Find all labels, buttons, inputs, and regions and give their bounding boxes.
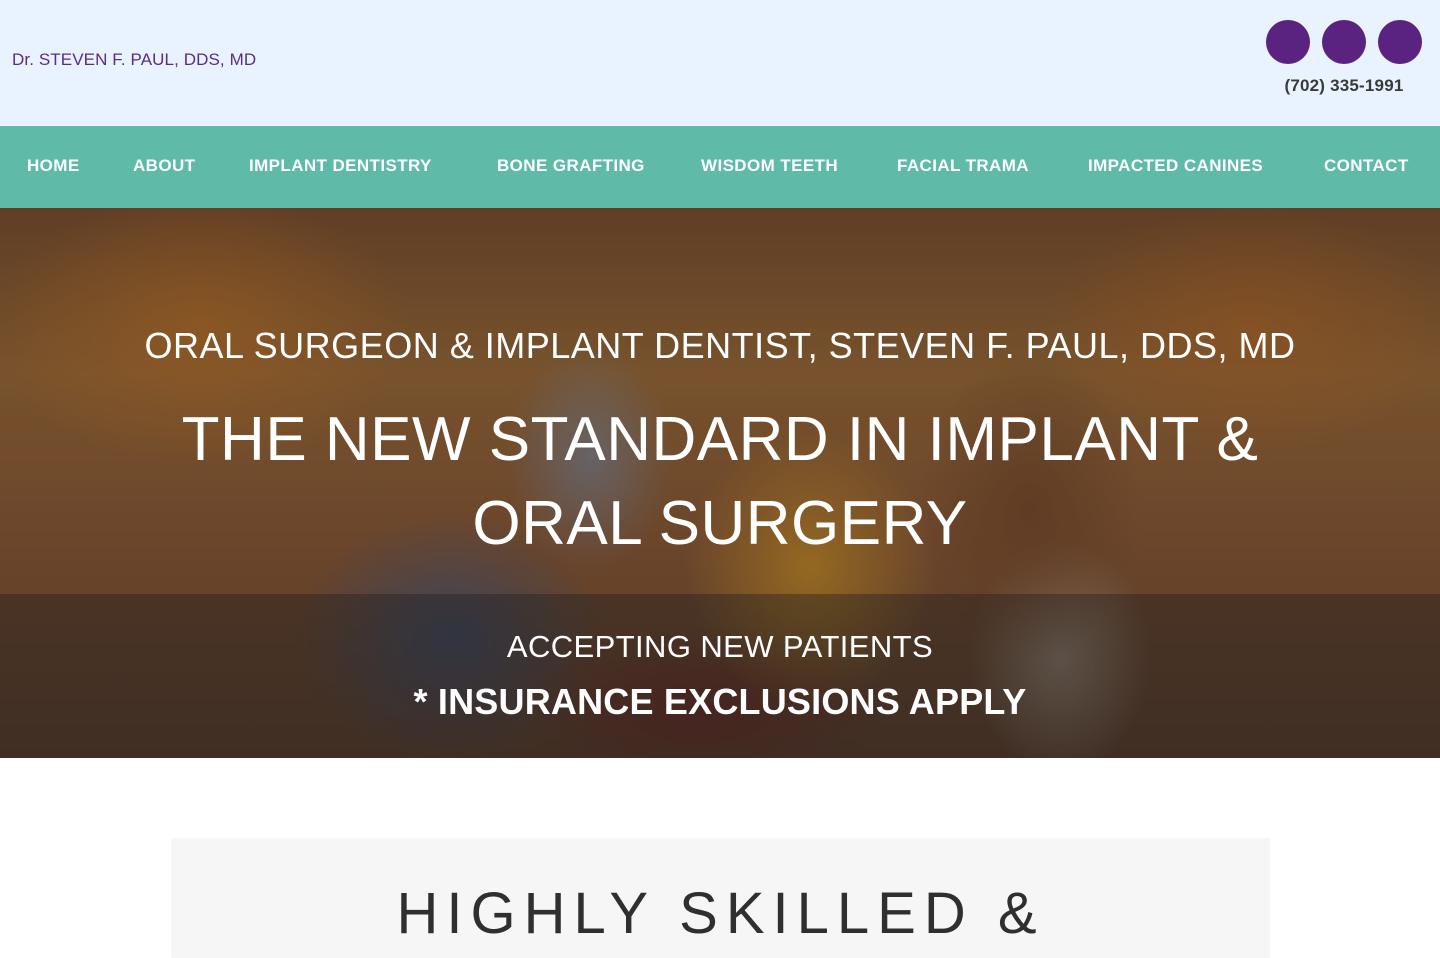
hero-title-line-2: ORAL SURGERY xyxy=(472,489,968,558)
nav-item-bone-grafting[interactable]: BONE GRAFTING xyxy=(497,156,645,176)
site-header: Dr. STEVEN F. PAUL, DDS, MD (702) 335-19… xyxy=(0,0,1440,126)
social-icon-3[interactable] xyxy=(1378,20,1422,64)
social-icon-2[interactable] xyxy=(1322,20,1366,64)
hero-title-line-1: THE NEW STANDARD IN IMPLANT & xyxy=(181,405,1259,474)
insurance-exclusions-text: * INSURANCE EXCLUSIONS APPLY xyxy=(413,681,1027,722)
nav-item-facial-trama[interactable]: FACIAL TRAMA xyxy=(897,156,1029,176)
nav-item-about[interactable]: ABOUT xyxy=(133,156,195,176)
hero-banner: ORAL SURGEON & IMPLANT DENTIST, STEVEN F… xyxy=(0,208,1440,758)
main-nav: HOME ABOUT IMPLANT DENTISTRY BONE GRAFTI… xyxy=(0,126,1440,208)
hero-subtitle: ORAL SURGEON & IMPLANT DENTIST, STEVEN F… xyxy=(144,325,1296,366)
hero-title: THE NEW STANDARD IN IMPLANT & ORAL SURGE… xyxy=(170,398,1270,566)
phone-number-link[interactable]: (702) 335-1991 xyxy=(1262,76,1426,96)
intro-card: HIGHLY SKILLED & xyxy=(171,838,1270,958)
nav-item-impacted-canines[interactable]: IMPACTED CANINES xyxy=(1088,156,1263,176)
nav-item-contact[interactable]: CONTACT xyxy=(1324,156,1409,176)
nav-item-wisdom-teeth[interactable]: WISDOM TEETH xyxy=(701,156,838,176)
brand-name-link[interactable]: Dr. STEVEN F. PAUL, DDS, MD xyxy=(12,49,256,71)
accepting-patients-text: ACCEPTING NEW PATIENTS xyxy=(506,629,934,664)
hero-announcement-band: ACCEPTING NEW PATIENTS * INSURANCE EXCLU… xyxy=(0,594,1440,758)
nav-item-home[interactable]: HOME xyxy=(27,156,80,176)
nav-item-implant-dentistry[interactable]: IMPLANT DENTISTRY xyxy=(249,156,432,176)
section-heading: HIGHLY SKILLED & xyxy=(396,881,1045,946)
social-icon-1[interactable] xyxy=(1266,20,1310,64)
